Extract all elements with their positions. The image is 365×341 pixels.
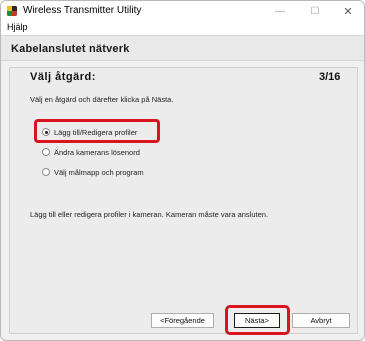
instruction-text: Välj en åtgärd och därefter klicka på Nä… xyxy=(30,95,174,104)
next-button-highlight xyxy=(225,305,290,335)
content-panel xyxy=(9,67,358,334)
minimize-button[interactable]: — xyxy=(263,1,297,21)
option-select-destination-folder[interactable]: Välj målmapp och program xyxy=(42,166,144,178)
previous-button[interactable]: <Föregående xyxy=(151,313,214,328)
option-label: Ändra kamerans lösenord xyxy=(54,147,140,157)
step-counter: 3/16 xyxy=(319,71,341,83)
option-highlight xyxy=(34,119,160,143)
option-change-camera-password[interactable]: Ändra kamerans lösenord xyxy=(42,146,140,158)
cancel-button[interactable]: Avbryt xyxy=(292,313,350,328)
radio-unselected-icon[interactable] xyxy=(42,148,50,156)
option-label: Välj målmapp och program xyxy=(54,167,144,177)
page-title: Kabelanslutet nätverk xyxy=(11,43,130,55)
header-band: Kabelanslutet nätverk xyxy=(1,35,364,61)
description-text: Lägg till eller redigera profiler i kame… xyxy=(30,210,269,219)
app-icon xyxy=(7,6,17,16)
close-button[interactable]: ✕ xyxy=(331,1,364,21)
maximize-button[interactable]: ☐ xyxy=(298,1,332,21)
menu-item-help[interactable]: Hjälp xyxy=(7,22,28,32)
title-bar: Wireless Transmitter Utility — ☐ ✕ xyxy=(1,1,364,21)
window-title: Wireless Transmitter Utility xyxy=(23,5,142,16)
step-title: Välj åtgärd: xyxy=(30,71,96,83)
menu-bar: Hjälp xyxy=(1,21,364,35)
radio-unselected-icon[interactable] xyxy=(42,168,50,176)
